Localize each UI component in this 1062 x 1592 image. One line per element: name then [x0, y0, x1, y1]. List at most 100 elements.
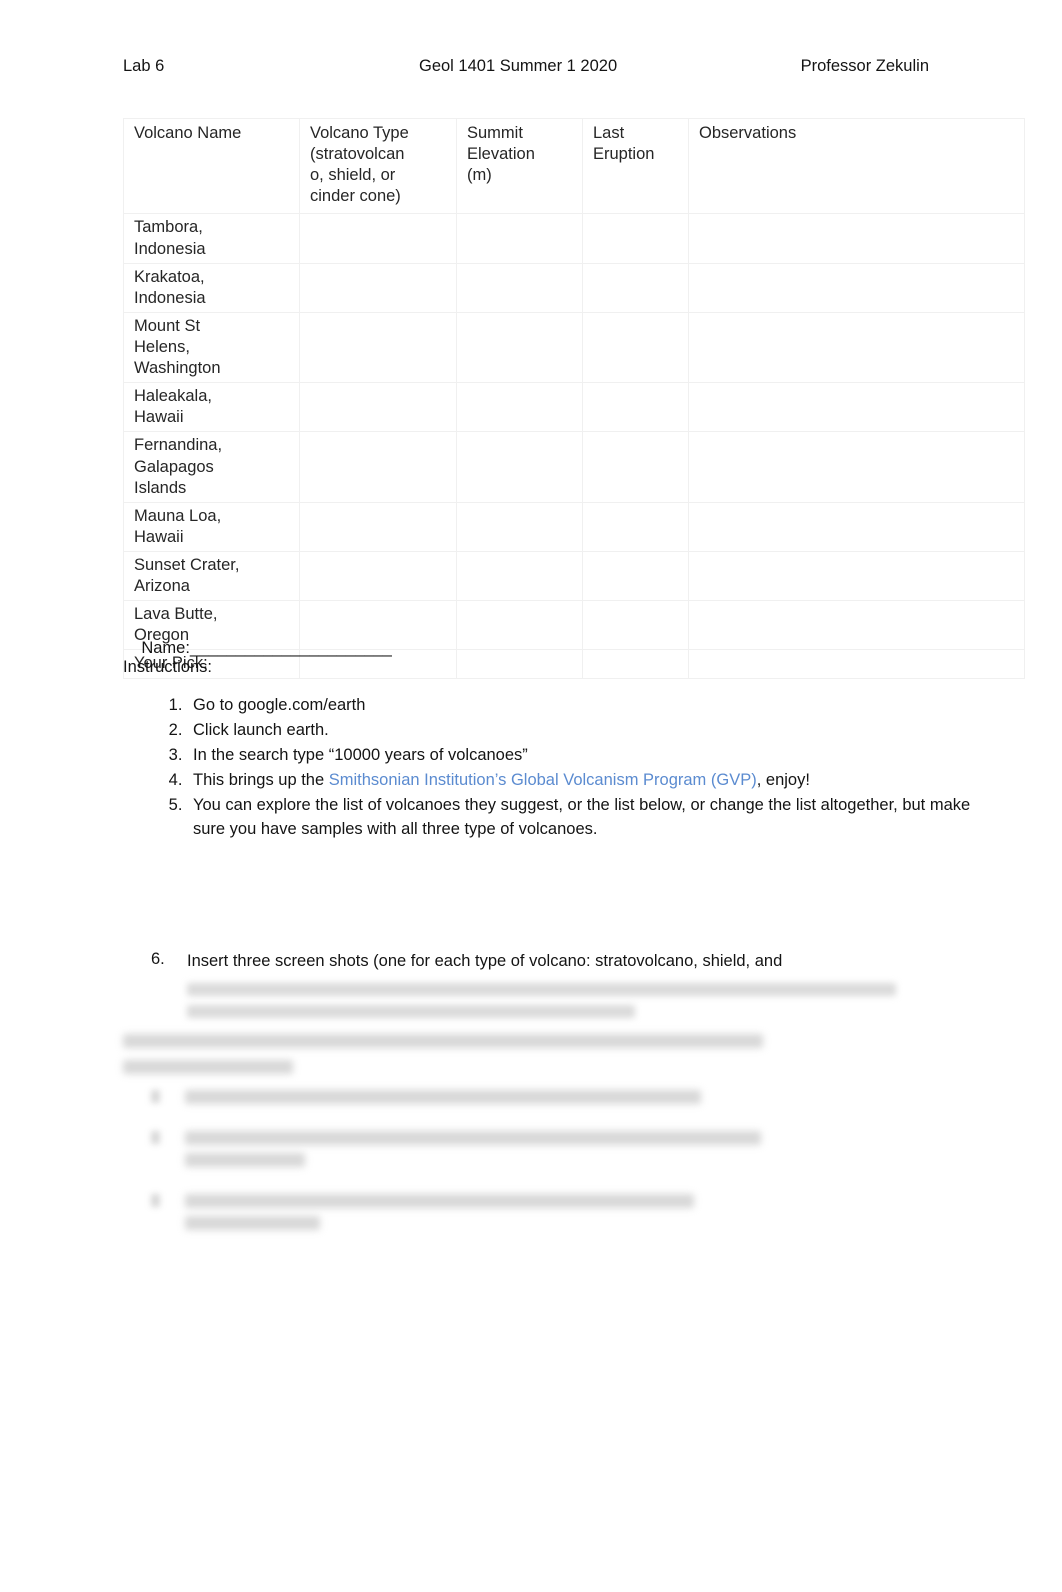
- cell-summit-elevation[interactable]: [456, 600, 583, 651]
- blurred-text-line: [185, 1153, 305, 1167]
- name-field-label: Name:: [141, 639, 190, 657]
- cell-volcano-name-line: Mauna Loa,: [134, 506, 222, 525]
- column-header-last-eruption: Last Eruption: [582, 117, 689, 215]
- cell-volcano-name-line: Krakatoa,: [134, 267, 205, 286]
- cell-last-eruption[interactable]: [582, 262, 689, 313]
- instruction-item-6: 6. Insert three screen shots (one for ea…: [123, 950, 933, 1018]
- cell-volcano-name: Haleakala, Hawaii: [123, 382, 300, 433]
- cell-volcano-name-line: Tambora,: [134, 218, 203, 237]
- instructions-list: Go to google.com/earth Click launch earth…: [123, 694, 997, 843]
- cell-summit-elevation[interactable]: [456, 431, 583, 503]
- name-field-blank[interactable]: ______________________: [190, 639, 392, 657]
- table-row: Krakatoa, Indonesia: [123, 262, 1025, 313]
- cell-volcano-name-line: Islands: [134, 478, 187, 497]
- table-header-row: Volcano Name Volcano Type (stratovolcan …: [123, 117, 1025, 215]
- cell-last-eruption[interactable]: [582, 550, 689, 602]
- instruction-item: In the search type “10000 years of volca…: [187, 744, 997, 768]
- instruction-item: You can explore the list of volcanoes th…: [187, 794, 997, 842]
- cell-volcano-name-line: Indonesia: [134, 239, 206, 258]
- cell-observations[interactable]: [688, 600, 1025, 651]
- gvp-link[interactable]: Smithsonian Institution’s Global Volcani…: [329, 771, 757, 789]
- table-body: Tambora, Indonesia Krakatoa, Indonesia Mount…: [123, 213, 1025, 679]
- column-header-last-eruption-line1: Last: [593, 124, 625, 142]
- cell-summit-elevation[interactable]: [456, 501, 583, 552]
- cell-volcano-type[interactable]: [299, 550, 457, 602]
- cell-observations[interactable]: [688, 262, 1025, 313]
- cell-observations[interactable]: [688, 311, 1025, 384]
- blurred-list-marker: [123, 1131, 185, 1144]
- blurred-list-item: [123, 1194, 933, 1238]
- cell-last-eruption[interactable]: [582, 431, 689, 503]
- instruction-item: Click launch earth.: [187, 719, 997, 743]
- instruction-item-text: In the search type “10000 years of volca…: [193, 745, 528, 764]
- blurred-list-item: [123, 1090, 933, 1112]
- cell-volcano-type[interactable]: [299, 431, 457, 503]
- instruction-item: This brings up the Smithsonian Instituti…: [187, 769, 997, 793]
- cell-last-eruption[interactable]: [582, 382, 689, 433]
- cell-volcano-name-line: Indonesia: [134, 288, 206, 307]
- blurred-text-line: [187, 982, 896, 996]
- column-header-summit-elevation-line1: Summit: [467, 124, 523, 142]
- cell-observations[interactable]: [688, 649, 1025, 679]
- cell-last-eruption[interactable]: [582, 501, 689, 552]
- table-row: Tambora, Indonesia: [123, 213, 1025, 264]
- cell-volcano-name-line: Mount St: [134, 316, 201, 335]
- column-header-volcano-name: Volcano Name: [123, 117, 300, 215]
- cell-volcano-name-line: Arizona: [134, 577, 190, 596]
- cell-last-eruption[interactable]: [582, 311, 689, 384]
- cell-observations[interactable]: [688, 213, 1025, 264]
- table-row: Fernandina, Galapagos Islands: [123, 431, 1025, 503]
- cell-observations[interactable]: [688, 550, 1025, 602]
- header-course-label: Geol 1401 Summer 1 2020: [419, 57, 618, 75]
- instruction-item-text: You can explore the list of volcanoes th…: [193, 795, 971, 838]
- cell-volcano-type[interactable]: [299, 382, 457, 433]
- instruction-item-suffix: , enjoy!: [756, 770, 810, 789]
- cell-observations[interactable]: [688, 431, 1025, 503]
- instruction-item-text: Go to google.com/earth: [193, 696, 366, 714]
- cell-volcano-name: Mount St Helens, Washington: [123, 311, 300, 384]
- instruction-item: Go to google.com/earth: [187, 694, 997, 718]
- instruction-item-prefix: This brings up the: [193, 770, 329, 789]
- instructions-heading: Instructions:: [123, 658, 212, 676]
- cell-volcano-type[interactable]: [299, 213, 457, 264]
- column-header-volcano-type-line4: cinder cone): [310, 187, 401, 206]
- cell-volcano-type[interactable]: [299, 311, 457, 384]
- cell-volcano-name-line: Hawaii: [134, 408, 184, 427]
- cell-last-eruption[interactable]: [582, 600, 689, 651]
- cell-summit-elevation[interactable]: [456, 213, 583, 264]
- blurred-list-marker: [123, 1090, 185, 1103]
- blurred-text-line: [185, 1194, 694, 1208]
- header-lab-label: Lab 6: [123, 57, 165, 75]
- column-header-summit-elevation-line2: Elevation: [467, 145, 535, 164]
- blurred-list-item: [123, 1131, 933, 1175]
- document-page: Lab 6 Geol 1401 Summer 1 2020 Professor …: [0, 0, 1062, 1592]
- instruction-item-6-text: Insert three screen shots (one for each …: [187, 952, 783, 970]
- column-header-summit-elevation-line3: (m): [467, 166, 492, 185]
- cell-volcano-name: Krakatoa, Indonesia: [123, 262, 300, 313]
- cell-observations[interactable]: [688, 382, 1025, 433]
- cell-volcano-type[interactable]: [299, 501, 457, 552]
- table-row: Mount St Helens, Washington: [123, 311, 1025, 384]
- volcano-table-container: Volcano Name Volcano Type (stratovolcan …: [123, 117, 1025, 679]
- blurred-list-marker: [123, 1194, 185, 1207]
- blurred-text-line: [185, 1216, 320, 1230]
- header-professor-label: Professor Zekulin: [800, 57, 929, 75]
- cell-summit-elevation[interactable]: [456, 649, 583, 679]
- blurred-text-line: [187, 1004, 635, 1018]
- column-header-observations-label: Observations: [699, 124, 797, 142]
- cell-last-eruption[interactable]: [582, 213, 689, 264]
- cell-volcano-name: Fernandina, Galapagos Islands: [123, 431, 300, 503]
- cell-summit-elevation[interactable]: [456, 550, 583, 602]
- cell-volcano-type[interactable]: [299, 262, 457, 313]
- blurred-question-list: [123, 1090, 933, 1257]
- table-row: Haleakala, Hawaii: [123, 382, 1025, 433]
- column-header-volcano-type-line2: (stratovolcan: [310, 145, 405, 164]
- cell-summit-elevation[interactable]: [456, 382, 583, 433]
- cell-summit-elevation[interactable]: [456, 311, 583, 384]
- cell-observations[interactable]: [688, 501, 1025, 552]
- cell-last-eruption[interactable]: [582, 649, 689, 679]
- table-row: Mauna Loa, Hawaii: [123, 501, 1025, 552]
- cell-summit-elevation[interactable]: [456, 262, 583, 313]
- blurred-text-line: [123, 1034, 763, 1048]
- column-header-summit-elevation: Summit Elevation (m): [456, 117, 583, 215]
